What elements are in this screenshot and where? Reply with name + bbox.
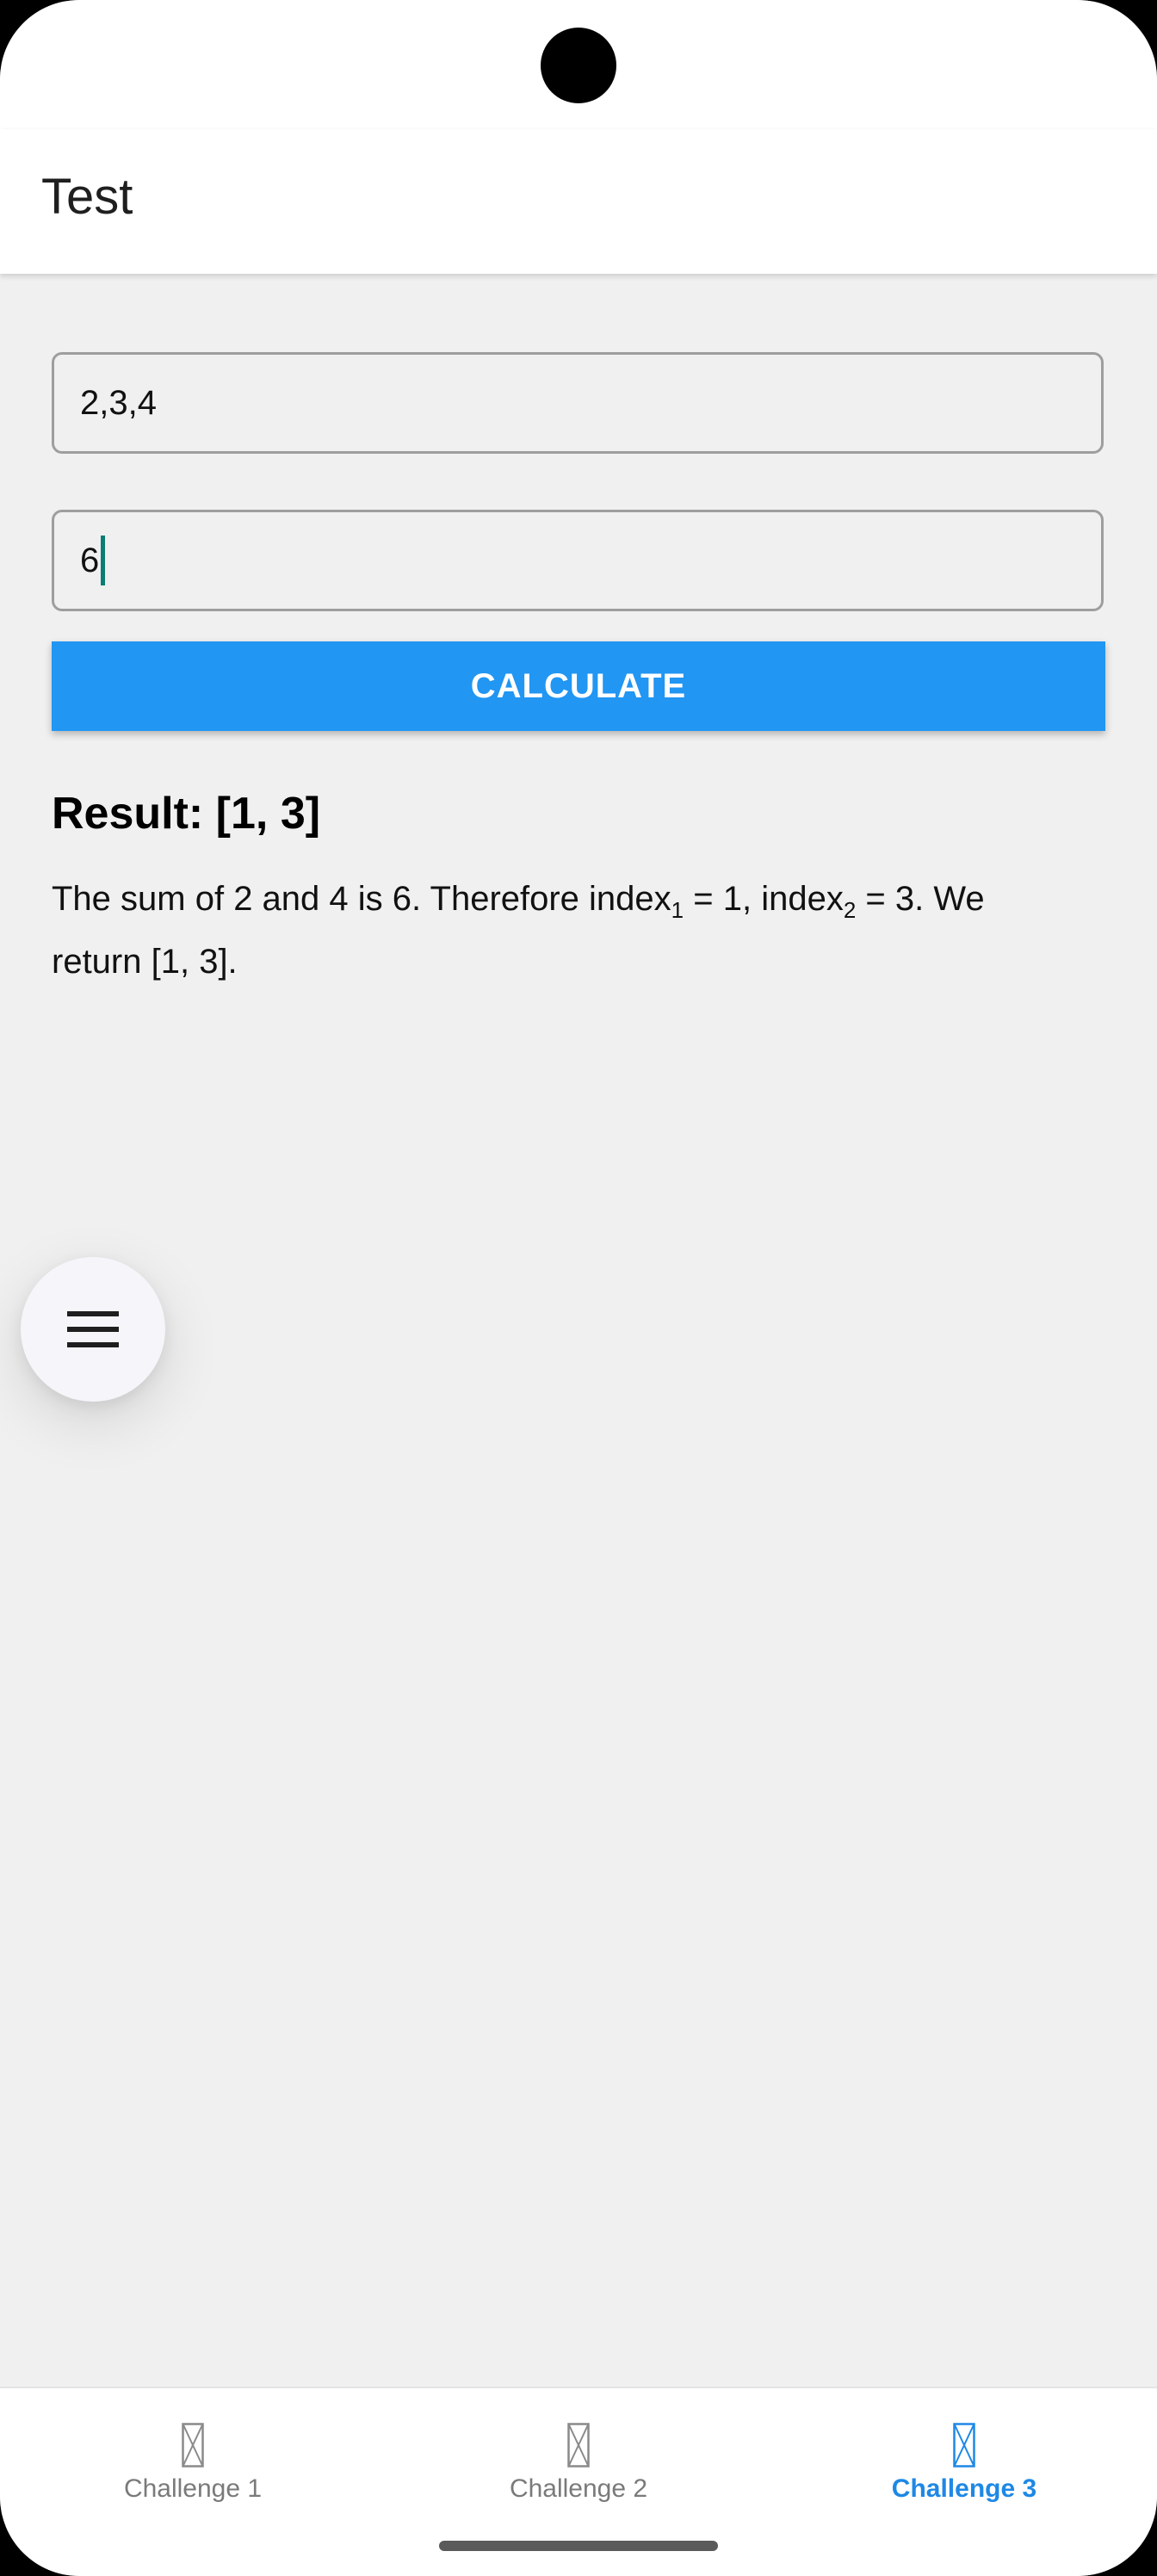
result-text-part2: = 1, index xyxy=(684,880,844,918)
result-title: Result: [1, 3] xyxy=(52,789,321,839)
page-title: Test xyxy=(41,169,133,225)
tab-challenge-1[interactable]: Challenge 1 xyxy=(64,2423,322,2504)
numbers-input-value: 2,3,4 xyxy=(80,383,157,422)
result-subscript-1: 1 xyxy=(671,897,684,923)
tab-challenge-2-label: Challenge 2 xyxy=(509,2474,648,2503)
status-bar xyxy=(0,0,1157,129)
target-input-value: 6 xyxy=(80,541,100,579)
target-input[interactable]: 6 xyxy=(52,510,1104,611)
result-text-part1: The sum of 2 and 4 is 6. Therefore index xyxy=(52,880,671,918)
menu-icon xyxy=(67,1311,119,1347)
camera-cutout xyxy=(541,28,616,103)
app-bar: Test xyxy=(0,129,1157,274)
broken-image-icon xyxy=(182,2423,204,2468)
calculate-button[interactable]: CALCULATE xyxy=(52,641,1105,731)
numbers-input[interactable]: 2,3,4 xyxy=(52,352,1104,454)
home-indicator[interactable] xyxy=(439,2541,718,2551)
result-subscript-2: 2 xyxy=(843,897,857,923)
broken-image-icon xyxy=(567,2423,590,2468)
calculate-button-label: CALCULATE xyxy=(470,666,687,705)
tab-challenge-3[interactable]: Challenge 3 xyxy=(835,2423,1093,2504)
text-cursor xyxy=(101,536,106,585)
tab-challenge-1-label: Challenge 1 xyxy=(123,2474,263,2503)
menu-fab-button[interactable] xyxy=(21,1257,165,1402)
tab-challenge-2[interactable]: Challenge 2 xyxy=(449,2423,708,2504)
app-screen: Test 2,3,4 6 CALCULATE Result: [1, 3] Th… xyxy=(0,0,1157,2576)
tab-challenge-3-label: Challenge 3 xyxy=(891,2474,1037,2503)
result-explanation: The sum of 2 and 4 is 6. Therefore index… xyxy=(52,873,1050,988)
broken-image-icon xyxy=(953,2423,975,2468)
